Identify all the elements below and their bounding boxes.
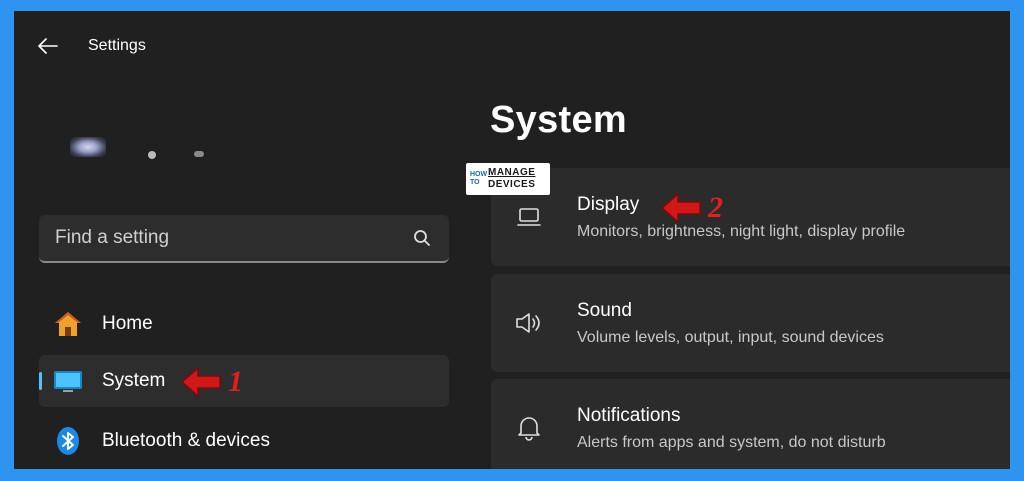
annotation-number: 1 — [228, 365, 243, 398]
annotation-1: 1 — [180, 365, 243, 399]
title-bar: Settings — [14, 11, 1010, 81]
search-icon[interactable] — [411, 227, 433, 249]
sidebar-item-label: Bluetooth & devices — [102, 430, 270, 451]
search-input[interactable]: Find a setting — [55, 227, 411, 249]
avatar — [70, 137, 106, 157]
speaker-icon — [513, 307, 545, 339]
watermark-logo: HOW TO MANAGE DEVICES — [466, 163, 550, 195]
card-title: Display — [577, 194, 640, 215]
annotation-number: 2 — [708, 191, 723, 224]
card-title: Sound — [577, 300, 632, 321]
back-arrow-icon — [38, 38, 58, 54]
sidebar-item-bluetooth[interactable]: Bluetooth & devices — [39, 415, 449, 467]
settings-window: Settings Find a setting Home System Blue… — [14, 11, 1010, 469]
card-description: Monitors, brightness, night light, displ… — [577, 223, 906, 240]
profile-email-blur — [194, 151, 204, 157]
logo-text: TO — [470, 179, 480, 186]
card-description: Alerts from apps and system, do not dist… — [577, 434, 886, 451]
sidebar-item-home[interactable]: Home — [39, 298, 449, 350]
bell-icon — [513, 412, 545, 444]
card-description: Volume levels, output, input, sound devi… — [577, 329, 884, 346]
sidebar-item-system[interactable]: System — [39, 355, 449, 407]
bluetooth-icon — [53, 426, 83, 456]
red-arrow-icon — [661, 193, 701, 223]
card-sound[interactable]: Sound Volume levels, output, input, soun… — [491, 274, 1010, 372]
logo-text: HOW — [470, 171, 488, 178]
logo-text: MANAGE — [488, 167, 536, 178]
sidebar-item-label: System — [102, 370, 166, 391]
active-indicator — [39, 372, 42, 390]
card-notifications[interactable]: Notifications Alerts from apps and syste… — [491, 379, 1010, 469]
system-monitor-icon — [53, 366, 83, 396]
logo-text: DEVICES — [488, 179, 536, 190]
card-title: Notifications — [577, 405, 681, 426]
sidebar-item-label: Home — [102, 313, 153, 334]
window-title: Settings — [88, 37, 146, 54]
display-icon — [513, 201, 545, 233]
user-profile[interactable] — [66, 131, 436, 187]
home-icon — [53, 309, 83, 339]
annotation-2: 2 — [660, 191, 723, 225]
card-display[interactable]: Display Monitors, brightness, night ligh… — [491, 168, 1010, 266]
profile-name-blur — [148, 151, 156, 159]
search-box[interactable]: Find a setting — [39, 215, 449, 263]
back-button[interactable] — [32, 31, 64, 61]
page-title: System — [490, 99, 627, 141]
red-arrow-icon — [181, 367, 221, 397]
